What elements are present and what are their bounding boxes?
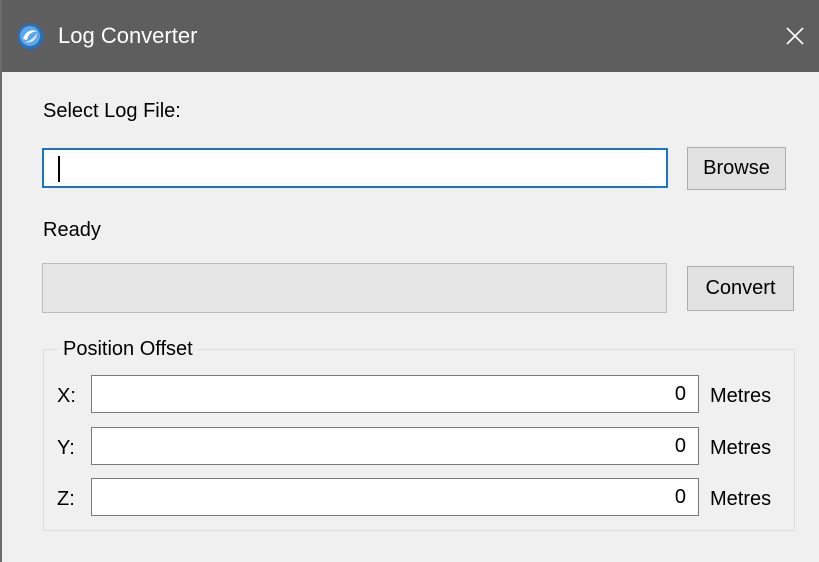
select-log-file-label: Select Log File: (43, 100, 181, 122)
x-axis-label: X: (57, 385, 76, 407)
position-offset-group: Position Offset X: 0 Metres Y: 0 Metres … (43, 336, 795, 531)
browse-button[interactable]: Browse (687, 147, 786, 190)
log-converter-window: Log Converter Select Log File: Browse Re… (0, 0, 819, 562)
z-axis-label: Z: (57, 488, 75, 510)
close-icon (786, 27, 804, 45)
conversion-progress-bar (42, 263, 667, 313)
text-caret (58, 156, 60, 182)
y-axis-label: Y: (57, 437, 75, 459)
z-unit-label: Metres (710, 488, 772, 510)
x-unit-label: Metres (710, 385, 772, 407)
app-logo-icon (17, 23, 43, 49)
x-offset-input[interactable]: 0 (91, 375, 699, 413)
title-bar[interactable]: Log Converter (2, 0, 819, 72)
convert-button[interactable]: Convert (687, 266, 794, 311)
close-button[interactable] (773, 14, 817, 58)
z-offset-input[interactable]: 0 (91, 478, 699, 516)
window-title: Log Converter (58, 23, 198, 48)
log-file-path-input[interactable] (42, 148, 668, 188)
position-offset-title: Position Offset (58, 336, 198, 362)
status-text: Ready (43, 219, 101, 241)
y-unit-label: Metres (710, 437, 772, 459)
y-offset-input[interactable]: 0 (91, 427, 699, 465)
